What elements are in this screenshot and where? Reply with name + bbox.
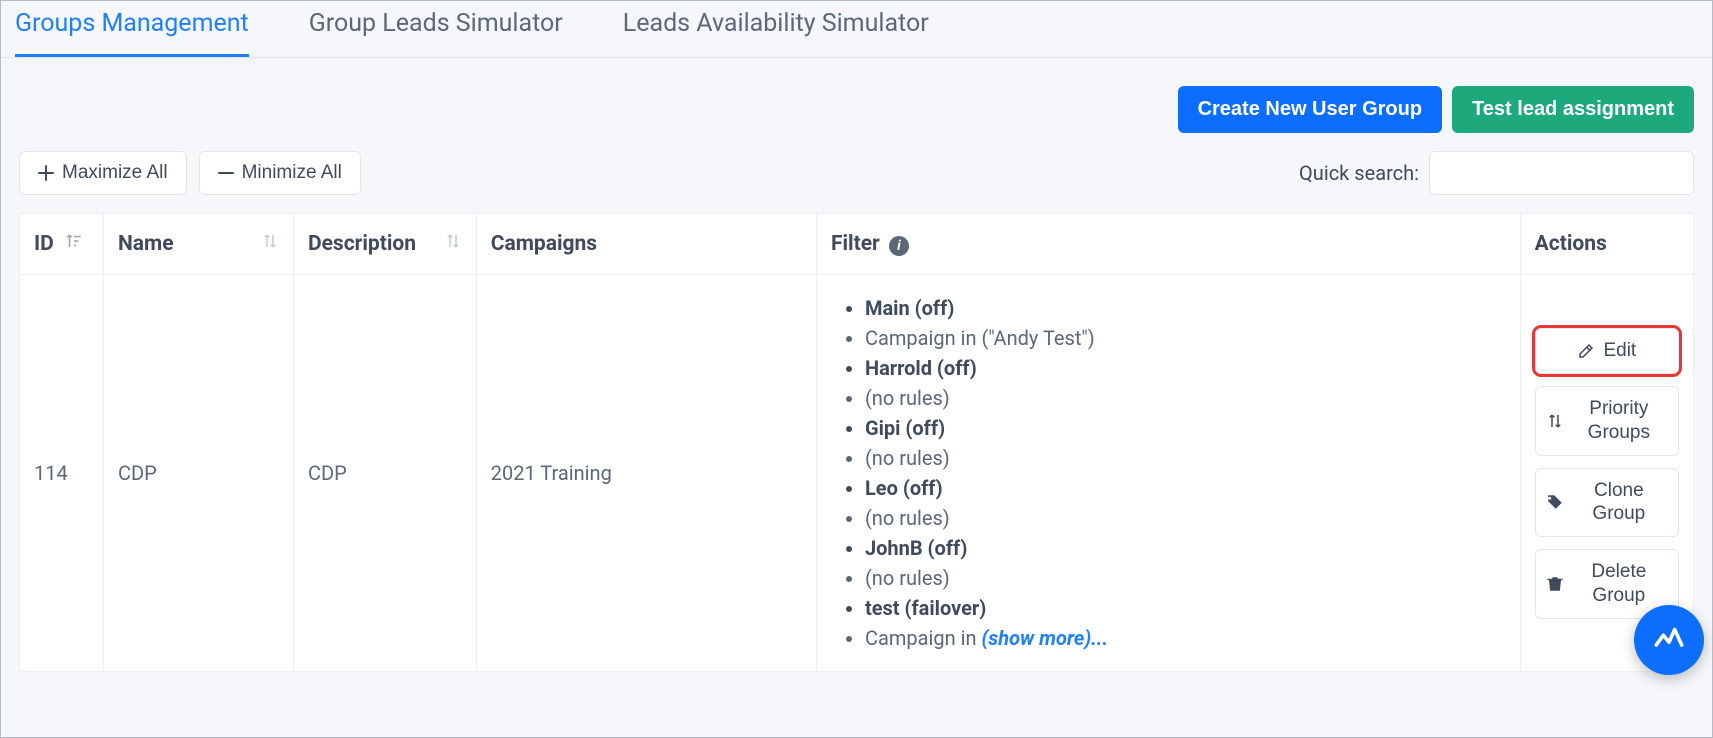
tab-group-leads-simulator[interactable]: Group Leads Simulator — [309, 9, 563, 57]
minus-icon — [218, 165, 234, 181]
filter-item: test (failover) — [865, 593, 1506, 623]
toolbar: Maximize All Minimize All Quick search: — [1, 151, 1712, 213]
filter-item: Campaign in (show more)... — [865, 623, 1506, 653]
priority-icon — [1546, 412, 1564, 430]
floating-action-button[interactable] — [1634, 605, 1704, 675]
tab-groups-management[interactable]: Groups Management — [15, 9, 249, 57]
col-header-filter: Filter i — [816, 214, 1520, 275]
edit-button[interactable]: Edit — [1535, 328, 1679, 374]
col-header-id-label: ID — [34, 232, 54, 256]
create-new-user-group-button[interactable]: Create New User Group — [1178, 86, 1443, 133]
clone-label: Clone Group — [1570, 479, 1668, 527]
col-header-id[interactable]: ID — [20, 214, 104, 275]
tabs-bar: Groups Management Group Leads Simulator … — [1, 1, 1712, 58]
filter-item: (no rules) — [865, 383, 1506, 413]
filter-item: Leo (off) — [865, 473, 1506, 503]
sort-icon — [444, 232, 462, 256]
col-header-name[interactable]: Name — [103, 214, 293, 275]
filter-item: (no rules) — [865, 443, 1506, 473]
priority-label: Priority Groups — [1570, 397, 1668, 445]
filter-item: (no rules) — [865, 563, 1506, 593]
filter-item: Campaign in ("Andy Test") — [865, 323, 1506, 353]
sort-asc-icon — [65, 232, 83, 256]
show-more-link[interactable]: (show more)... — [981, 626, 1108, 650]
filter-item: Gipi (off) — [865, 413, 1506, 443]
quick-search-input[interactable] — [1429, 151, 1694, 195]
cell-filter: Main (off)Campaign in ("Andy Test")Harro… — [816, 275, 1520, 672]
cell-id: 114 — [20, 275, 104, 672]
info-icon[interactable]: i — [889, 236, 909, 256]
minimize-all-button[interactable]: Minimize All — [199, 151, 361, 195]
priority-groups-button[interactable]: Priority Groups — [1535, 386, 1679, 456]
cell-description: CDP — [293, 275, 476, 672]
filter-item-prefix: Campaign in — [865, 626, 982, 650]
col-header-campaigns: Campaigns — [476, 214, 816, 275]
cell-name: CDP — [103, 275, 293, 672]
maximize-all-label: Maximize All — [62, 162, 168, 184]
filter-item: Main (off) — [865, 293, 1506, 323]
chart-icon — [1652, 621, 1686, 659]
groups-table: ID Name Description Campaigns — [19, 213, 1694, 672]
minimize-all-label: Minimize All — [242, 162, 342, 184]
edit-icon — [1577, 342, 1595, 360]
delete-label: Delete Group — [1570, 560, 1668, 608]
plus-icon — [38, 165, 54, 181]
edit-label: Edit — [1603, 339, 1636, 363]
col-header-description[interactable]: Description — [293, 214, 476, 275]
col-header-actions-label: Actions — [1535, 232, 1607, 256]
col-header-campaigns-label: Campaigns — [491, 232, 597, 256]
col-header-actions: Actions — [1520, 214, 1693, 275]
table-row: 114 CDP CDP 2021 Training Main (off)Camp… — [20, 275, 1694, 672]
filter-item: (no rules) — [865, 503, 1506, 533]
tab-leads-availability-simulator[interactable]: Leads Availability Simulator — [623, 9, 929, 57]
sort-icon — [261, 232, 279, 256]
test-lead-assignment-button[interactable]: Test lead assignment — [1452, 86, 1694, 133]
trash-icon — [1546, 575, 1564, 593]
col-header-name-label: Name — [118, 232, 174, 256]
cell-campaigns: 2021 Training — [476, 275, 816, 672]
col-header-filter-label: Filter — [831, 232, 880, 256]
filter-item: Harrold (off) — [865, 353, 1506, 383]
filter-item: JohnB (off) — [865, 533, 1506, 563]
top-actions: Create New User Group Test lead assignme… — [1, 58, 1712, 151]
tag-icon — [1546, 493, 1564, 511]
col-header-description-label: Description — [308, 232, 416, 256]
quick-search-label: Quick search: — [1299, 161, 1419, 185]
clone-group-button[interactable]: Clone Group — [1535, 468, 1679, 538]
maximize-all-button[interactable]: Maximize All — [19, 151, 187, 195]
